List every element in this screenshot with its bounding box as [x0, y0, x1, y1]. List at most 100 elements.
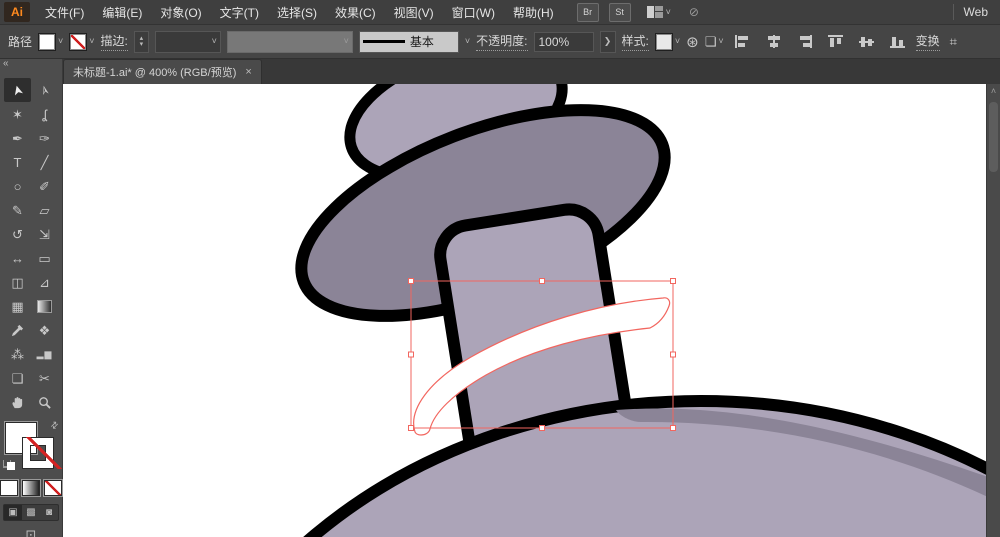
selection-handle[interactable]	[408, 351, 414, 358]
align-horizontal-center-button[interactable]	[765, 35, 781, 48]
shape-builder-tool[interactable]: ◫	[4, 270, 31, 294]
paintbrush-tool[interactable]: ✐	[31, 174, 58, 198]
lasso-tool[interactable]: ʆ	[31, 102, 58, 126]
symbol-sprayer-tool[interactable]: ⁂	[4, 342, 31, 366]
stroke-weight-stepper[interactable]: ▴ ▾	[133, 30, 149, 53]
opacity-panel-link[interactable]: 不透明度:	[476, 32, 528, 51]
align-vertical-middle-button[interactable]	[858, 35, 874, 48]
blend-tool[interactable]: ❖	[31, 318, 58, 342]
document-tab-title: 未标题-1.ai* @ 400% (RGB/预览)	[73, 67, 237, 79]
draw-normal-button[interactable]: ▣	[4, 505, 22, 520]
gradient-button[interactable]	[22, 480, 40, 496]
align-vertical-bottom-button[interactable]	[889, 35, 905, 48]
line-segment-tool[interactable]: ╱	[31, 150, 58, 174]
none-button[interactable]	[44, 480, 62, 496]
stroke-color-well-none[interactable]	[22, 437, 66, 469]
align-horizontal-left-button[interactable]	[734, 35, 750, 48]
brush-definition-select[interactable]: 基本	[358, 30, 459, 53]
swap-fill-stroke-icon[interactable]: ⇄	[49, 419, 62, 432]
canvas[interactable]	[63, 84, 987, 537]
scale-tool[interactable]: ⇲	[31, 222, 58, 246]
sync-disabled-icon[interactable]: ⊘	[689, 5, 699, 19]
align-horizontal-right-button[interactable]	[796, 35, 812, 48]
shape-options-button[interactable]: ❏ ˅	[705, 34, 724, 50]
align-vertical-top-button[interactable]	[827, 35, 843, 48]
menu-object[interactable]: 对象(O)	[151, 4, 210, 21]
hand-tool[interactable]	[4, 390, 31, 414]
selection-handle[interactable]	[670, 425, 676, 431]
selection-tool[interactable]: ➤	[4, 78, 31, 102]
fill-color-control[interactable]: ˅	[38, 32, 63, 51]
recolor-artwork-icon[interactable]: ⊛	[686, 33, 699, 51]
chevron-down-icon[interactable]: ˅	[465, 37, 470, 46]
stroke-swatch-none[interactable]	[69, 32, 88, 51]
width-tool[interactable]: ↔	[4, 246, 31, 270]
mesh-tool[interactable]: ▦	[4, 294, 31, 318]
bridge-button[interactable]: Br	[576, 2, 599, 22]
eraser-tool[interactable]: ▱	[31, 198, 58, 222]
type-tool[interactable]: T	[4, 150, 31, 174]
menu-effect[interactable]: 效果(C)	[326, 4, 385, 21]
fill-swatch[interactable]	[38, 32, 57, 51]
graphic-style-control[interactable]: ˅	[654, 32, 680, 51]
stock-button[interactable]: St	[608, 2, 631, 22]
selection-handle[interactable]	[670, 278, 676, 284]
magic-wand-tool[interactable]: ✶	[4, 102, 31, 126]
menu-type[interactable]: 文字(T)	[211, 4, 268, 21]
menu-select[interactable]: 选择(S)	[268, 4, 326, 21]
menu-view[interactable]: 视图(V)	[385, 4, 443, 21]
close-icon[interactable]: ×	[245, 66, 251, 78]
color-button[interactable]	[0, 480, 18, 496]
column-graph-tool[interactable]: ▂▆	[31, 342, 58, 366]
chevron-down-icon[interactable]: ˅	[89, 37, 94, 46]
workspace-name[interactable]: Web	[964, 5, 988, 19]
chevron-down-icon[interactable]: ˅	[675, 37, 680, 46]
stroke-weight-select[interactable]: ˅	[154, 30, 221, 53]
selection-handle[interactable]	[670, 351, 676, 358]
opacity-input[interactable]	[533, 31, 594, 52]
pencil-tool[interactable]: ✎	[4, 198, 31, 222]
scroll-up-arrow[interactable]: ˄	[987, 84, 1000, 98]
artwork-body-shape[interactable]	[156, 395, 987, 537]
direct-selection-tool[interactable]: ➢	[31, 78, 58, 102]
graphic-style-swatch[interactable]	[654, 32, 673, 51]
menu-help[interactable]: 帮助(H)	[504, 4, 563, 21]
style-panel-link[interactable]: 样式:	[621, 32, 649, 51]
gradient-tool[interactable]	[31, 294, 58, 318]
pen-tool[interactable]: ✒	[4, 126, 31, 150]
vertical-scrollbar[interactable]: ˄	[986, 84, 1000, 537]
perspective-grid-tool[interactable]: ⊿	[31, 270, 58, 294]
shape-tool[interactable]: ○	[4, 174, 31, 198]
menu-bar: Ai 文件(F) 编辑(E) 对象(O) 文字(T) 选择(S) 效果(C) 视…	[0, 0, 1000, 25]
stroke-color-control[interactable]: ˅	[69, 32, 95, 51]
draw-inside-button[interactable]: ◙	[40, 505, 58, 520]
slice-tool[interactable]: ✂	[31, 366, 58, 390]
scrollbar-thumb[interactable]	[989, 102, 998, 172]
free-transform-tool[interactable]: ▭	[31, 246, 58, 270]
rotate-tool[interactable]: ↺	[4, 222, 31, 246]
stroke-panel-link[interactable]: 描边:	[100, 32, 128, 51]
draw-behind-button[interactable]: ▩	[22, 505, 40, 520]
menu-file[interactable]: 文件(F)	[36, 4, 93, 21]
workspace-switcher-button[interactable]: ˅	[646, 6, 671, 18]
transform-panel-link[interactable]: 变换	[915, 32, 940, 51]
stepper-down-icon[interactable]: ▾	[140, 41, 144, 48]
menu-edit[interactable]: 编辑(E)	[93, 4, 151, 21]
menu-window[interactable]: 窗口(W)	[443, 4, 504, 21]
artboard-tool[interactable]: ❏	[4, 366, 31, 390]
document-tab[interactable]: 未标题-1.ai* @ 400% (RGB/预览) ×	[63, 59, 262, 84]
opacity-expand-button[interactable]: ❯	[599, 30, 616, 53]
chevron-down-icon[interactable]: ˅	[58, 37, 63, 46]
tool-grid: ➤ ➢ ✶ ʆ ✒ ✑ T ╱ ○ ✐ ✎ ▱ ↺ ⇲ ↔ ▭ ◫ ⊿ ▦ ❖ …	[4, 78, 58, 414]
selection-handle[interactable]	[539, 425, 545, 431]
curvature-tool[interactable]: ✑	[31, 126, 58, 150]
screen-mode-button[interactable]: ⊡	[26, 527, 37, 537]
collapse-panel-button[interactable]: «	[0, 59, 9, 69]
align-options-icon[interactable]: ⌗	[950, 34, 957, 50]
selection-handle[interactable]	[408, 425, 414, 431]
selection-handle[interactable]	[539, 278, 545, 284]
zoom-tool[interactable]	[31, 390, 58, 414]
eyedropper-tool[interactable]	[4, 318, 31, 342]
default-fill-stroke-icon[interactable]	[3, 460, 17, 472]
selection-handle[interactable]	[408, 278, 414, 284]
